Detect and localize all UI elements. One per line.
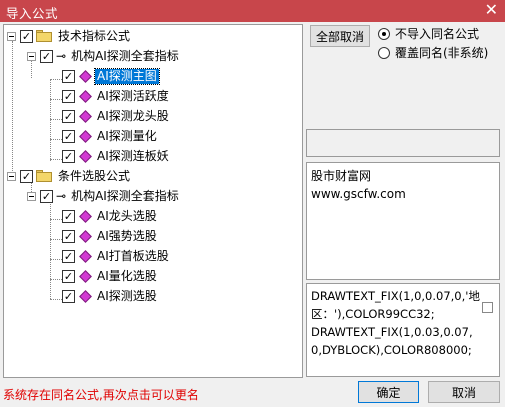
tree-item[interactable]: ✓ AI强势选股 xyxy=(62,227,159,245)
formula-icon xyxy=(79,149,92,163)
tree-item[interactable]: ✓ AI打首板选股 xyxy=(62,247,171,265)
formula-icon xyxy=(79,89,92,103)
item-label[interactable]: AI强势选股 xyxy=(95,229,159,244)
tree-item[interactable]: ✓ AI探测龙头股 xyxy=(62,107,171,125)
tree-item[interactable]: ✓ AI量化选股 xyxy=(62,267,159,285)
option-label: 不导入同名公式 xyxy=(395,27,480,41)
ok-button[interactable]: 确定 xyxy=(358,381,419,403)
item-checkbox[interactable]: ✓ xyxy=(62,289,75,303)
status-message: 系统存在同名公式,再次点击可以更名 xyxy=(3,388,199,402)
deselect-all-button[interactable]: 全部取消 xyxy=(310,25,370,47)
collapse-toggle[interactable] xyxy=(7,31,16,41)
radio-button[interactable] xyxy=(378,27,390,40)
tree-item[interactable]: ✓ AI探测选股 xyxy=(62,287,159,305)
formula-tree[interactable]: ✓ 技术指标公式 ✓ ⊸ 机构AI探测全套指标 ✓ AI探测主图 ✓ AI探测活… xyxy=(3,24,303,378)
item-checkbox[interactable]: ✓ xyxy=(62,109,75,123)
site-name: 股市财富网 xyxy=(311,169,372,183)
item-label[interactable]: AI探测选股 xyxy=(95,289,159,304)
tree-group-technical[interactable]: ✓ 技术指标公式 xyxy=(7,27,132,45)
key-icon: ⊸ xyxy=(56,49,67,63)
collapse-toggle[interactable] xyxy=(27,51,36,61)
key-icon: ⊸ xyxy=(56,189,67,203)
formula-icon xyxy=(79,129,92,143)
scroll-handle[interactable] xyxy=(482,302,493,313)
item-checkbox[interactable]: ✓ xyxy=(62,129,75,143)
item-checkbox[interactable]: ✓ xyxy=(62,249,75,263)
close-icon[interactable]: ✕ xyxy=(485,1,498,19)
item-label[interactable]: AI探测连板妖 xyxy=(95,149,171,164)
option-skip-duplicates[interactable]: 不导入同名公式 xyxy=(378,25,479,42)
item-label[interactable]: AI探测主图 xyxy=(94,67,160,85)
formula-icon xyxy=(79,249,92,263)
tree-item[interactable]: ✓ AI龙头选股 xyxy=(62,207,159,225)
item-label[interactable]: AI量化选股 xyxy=(95,269,159,284)
radio-button[interactable] xyxy=(378,46,390,59)
formula-icon xyxy=(79,289,92,303)
set-label: 机构AI探测全套指标 xyxy=(71,48,179,63)
item-label[interactable]: AI探测龙头股 xyxy=(95,109,171,124)
tree-set-technical[interactable]: ✓ ⊸ 机构AI探测全套指标 xyxy=(27,47,181,65)
set-checkbox[interactable]: ✓ xyxy=(40,49,53,63)
collapse-toggle[interactable] xyxy=(7,171,16,181)
folder-icon xyxy=(36,30,52,42)
group-checkbox[interactable]: ✓ xyxy=(20,169,33,183)
formula-icon xyxy=(79,209,92,223)
title-bar: 导入公式 ✕ xyxy=(0,0,505,22)
item-label[interactable]: AI探测活跃度 xyxy=(95,89,171,104)
formula-code: DRAWTEXT_FIX(1,0,0.07,0,'地区：'),COLOR99CC… xyxy=(311,289,480,357)
item-label[interactable]: AI龙头选股 xyxy=(95,209,159,224)
preview-box xyxy=(306,129,500,157)
group-checkbox[interactable]: ✓ xyxy=(20,29,33,43)
item-checkbox[interactable]: ✓ xyxy=(62,229,75,243)
tree-item[interactable]: ✓ AI探测连板妖 xyxy=(62,147,171,165)
info-panel: 股市财富网 www.gscfw.com xyxy=(306,162,500,280)
code-panel[interactable]: DRAWTEXT_FIX(1,0,0.07,0,'地区：'),COLOR99CC… xyxy=(306,283,500,377)
tree-item[interactable]: ✓ AI探测量化 xyxy=(62,127,159,145)
formula-icon xyxy=(79,109,92,123)
folder-icon xyxy=(36,170,52,182)
group-label: 条件选股公式 xyxy=(58,168,131,183)
tree-item[interactable]: ✓ AI探测活跃度 xyxy=(62,87,171,105)
set-label: 机构AI探测全套指标 xyxy=(71,188,179,203)
item-checkbox[interactable]: ✓ xyxy=(62,269,75,283)
collapse-toggle[interactable] xyxy=(27,191,36,201)
item-checkbox[interactable]: ✓ xyxy=(62,89,75,103)
formula-icon xyxy=(79,269,92,283)
item-checkbox[interactable]: ✓ xyxy=(62,69,75,83)
site-url: www.gscfw.com xyxy=(311,187,406,201)
formula-icon xyxy=(79,69,92,83)
tree-group-screening[interactable]: ✓ 条件选股公式 xyxy=(7,167,132,185)
group-label: 技术指标公式 xyxy=(58,28,131,43)
window-title: 导入公式 xyxy=(6,6,59,21)
cancel-button[interactable]: 取消 xyxy=(428,381,500,403)
tree-set-screening[interactable]: ✓ ⊸ 机构AI探测全套指标 xyxy=(27,187,181,205)
item-checkbox[interactable]: ✓ xyxy=(62,149,75,163)
item-label[interactable]: AI打首板选股 xyxy=(95,249,171,264)
option-overwrite[interactable]: 覆盖同名(非系统) xyxy=(378,44,488,61)
option-label: 覆盖同名(非系统) xyxy=(395,46,489,60)
item-checkbox[interactable]: ✓ xyxy=(62,209,75,223)
set-checkbox[interactable]: ✓ xyxy=(40,189,53,203)
tree-item[interactable]: ✓ AI探测主图 xyxy=(62,67,160,85)
formula-icon xyxy=(79,229,92,243)
item-label[interactable]: AI探测量化 xyxy=(95,129,159,144)
